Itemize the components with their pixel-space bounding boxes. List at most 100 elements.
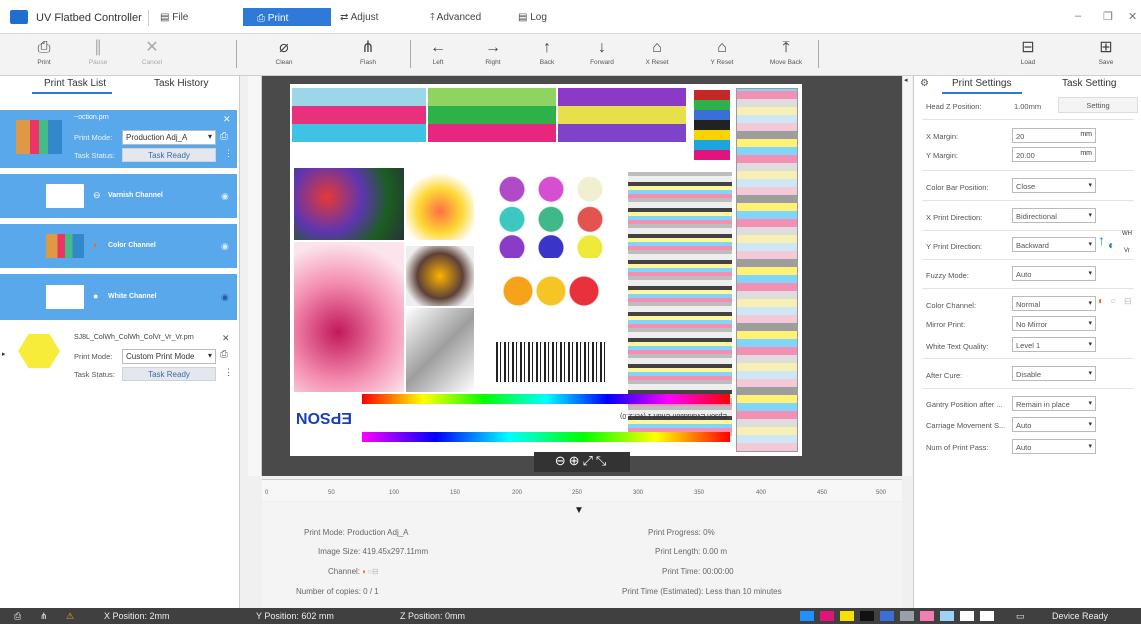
eye-icon[interactable]: ◉ <box>221 241 229 252</box>
forward-button[interactable]: ↓ Forward <box>582 34 622 76</box>
info-channel: Channel: ◐○⊟ <box>328 567 379 576</box>
clean-icon: ⌀ <box>279 39 289 56</box>
chevron-down-icon: ▾ <box>1088 421 1092 428</box>
cancel-button[interactable]: ✕ Cancel <box>132 34 172 76</box>
vertical-scrollbar[interactable]: ◂ <box>902 76 912 476</box>
print-mode-select[interactable]: Production Adj_A ▾ <box>122 130 216 145</box>
carriage-movement-select[interactable]: Auto ▾ <box>1012 417 1096 432</box>
flash-button[interactable]: ⋔ Flash <box>348 34 388 76</box>
menu-advanced[interactable]: ⤉ Advanced <box>430 12 481 23</box>
x-direction-label: X Print Direction: <box>926 213 983 222</box>
home-y-icon: ⌂ <box>717 39 727 56</box>
adjust-icon: ⇄ <box>340 12 351 23</box>
vertical-ruler <box>248 76 262 476</box>
save-button[interactable]: ⊞ Save <box>1086 34 1126 76</box>
arrow-up-icon: ↑ <box>543 39 551 56</box>
photo-fruit <box>406 168 474 240</box>
varnish-channel-icon: ⊟ <box>1124 296 1132 306</box>
close-task-icon[interactable]: ✕ <box>223 114 231 125</box>
mirror-print-select[interactable]: No Mirror ▾ <box>1012 316 1096 331</box>
print-mode-select[interactable]: Custom Print Mode ▾ <box>122 349 216 364</box>
tab-print-settings[interactable]: Print Settings <box>952 78 1011 89</box>
expand-caret-icon[interactable]: ▸ <box>2 350 6 358</box>
move-back-button[interactable]: ⤒ Move Back <box>766 34 806 76</box>
print-block <box>558 106 686 124</box>
color-bar-select[interactable]: Close ▾ <box>1012 178 1096 193</box>
ink-swatch <box>940 611 954 621</box>
y-margin-input[interactable]: 20.00 mm <box>1012 147 1096 162</box>
maximize-button[interactable]: ❐ <box>1103 10 1113 23</box>
y-reset-button[interactable]: ⌂ Y Reset <box>702 34 742 76</box>
tab-print-task-list[interactable]: Print Task List <box>44 78 106 89</box>
ink-swatch <box>960 611 974 621</box>
photo-portrait <box>294 242 404 392</box>
tab-task-history[interactable]: Task History <box>154 78 208 89</box>
pause-button[interactable]: ∥ Pause <box>78 34 118 76</box>
right-button[interactable]: → Right <box>473 34 513 76</box>
print-block <box>292 88 426 106</box>
x-direction-select[interactable]: Bidirectional ▾ <box>1012 208 1096 223</box>
head-z-label: Head Z Position: <box>926 102 982 111</box>
after-cure-select[interactable]: Disable ▾ <box>1012 366 1096 381</box>
collapse-info-icon[interactable]: ▼ <box>574 505 584 516</box>
menu-adjust[interactable]: ⇄ Adjust <box>340 12 378 23</box>
arrow-right-icon: → <box>485 39 501 56</box>
eye-icon[interactable]: ◉ <box>221 292 229 303</box>
info-copies: Number of copies: 0 / 1 <box>296 587 379 596</box>
print-button[interactable]: ⎙ Print <box>24 34 64 76</box>
fuzzy-mode-label: Fuzzy Mode: <box>926 271 969 280</box>
more-options-icon[interactable]: ⋮ <box>224 367 233 378</box>
menu-log[interactable]: ▤ Log <box>518 12 547 23</box>
y-position: Y Position: 602 mm <box>256 611 334 621</box>
mirror-print-label: Mirror Print: <box>926 320 966 329</box>
white-channel-icon: ○ <box>1110 296 1117 307</box>
x-margin-input[interactable]: 20 mm <box>1012 128 1096 143</box>
menu-file[interactable]: ▤ File <box>160 12 188 23</box>
clean-button[interactable]: ⌀ Clean <box>264 34 304 76</box>
y-direction-select[interactable]: Backward ▾ <box>1012 237 1096 252</box>
head-z-setting-button[interactable]: Setting <box>1058 97 1138 113</box>
white-text-quality-label: White Text Quality: <box>926 342 989 351</box>
printer-status-icon: ⎙ <box>14 611 22 621</box>
fuzzy-mode-select[interactable]: Auto ▾ <box>1012 266 1096 281</box>
print-pass-select[interactable]: Auto ▾ <box>1012 439 1096 454</box>
gantry-position-select[interactable]: Remain in place ▾ <box>1012 396 1096 411</box>
x-reset-button[interactable]: ⌂ X Reset <box>637 34 677 76</box>
task-filename: ~oction.prn <box>74 114 109 121</box>
minimize-button[interactable]: – <box>1075 10 1081 22</box>
arrow-left-icon: ← <box>430 39 446 56</box>
printer-settings-icon[interactable]: ⎙ <box>220 349 228 360</box>
divider <box>922 200 1134 201</box>
color-bar-label: Color Bar Position: <box>926 183 989 192</box>
zoom-out-icon[interactable]: ⊖ <box>555 453 569 468</box>
color-channel-select[interactable]: Normal ▾ <box>1012 296 1096 311</box>
chevron-down-icon: ▾ <box>1088 443 1092 450</box>
printer-icon: ⎙ <box>37 39 51 56</box>
home-x-icon: ⌂ <box>652 39 662 56</box>
eye-icon[interactable]: ◉ <box>221 191 229 202</box>
fit-icon[interactable]: ⤢ <box>583 453 596 468</box>
close-window-button[interactable]: ✕ <box>1128 10 1137 23</box>
epson-logo: EPSON <box>296 409 353 426</box>
load-button[interactable]: ⊟ Load <box>1008 34 1048 76</box>
menu-print[interactable]: ⎙ Print <box>243 8 331 26</box>
gear-icon[interactable]: ⚙ <box>920 78 929 89</box>
close-task-icon[interactable]: ✕ <box>222 333 230 344</box>
tab-task-setting[interactable]: Task Setting <box>1062 78 1116 89</box>
ink-swatch <box>800 611 814 621</box>
gantry-position-label: Gantry Position after ... <box>926 400 1003 409</box>
zoom-in-icon[interactable]: ⊕ <box>569 453 583 468</box>
arrow-down-icon: ↓ <box>598 39 606 56</box>
actual-size-icon[interactable]: ⤡ <box>596 453 609 468</box>
print-block <box>428 88 556 106</box>
ruler-tick: 250 <box>572 490 583 496</box>
ruler-tick: 500 <box>876 490 887 496</box>
white-text-quality-select[interactable]: Level 1 ▾ <box>1012 337 1096 352</box>
left-button[interactable]: ← Left <box>418 34 458 76</box>
title-divider <box>148 10 149 26</box>
print-preview-image[interactable]: EPSON Epson Evaluation Chart 1 (ver.2.0) <box>290 84 802 456</box>
printer-settings-icon[interactable]: ⎙ <box>220 131 228 142</box>
scroll-up-icon[interactable]: ◂ <box>904 76 908 84</box>
back-button[interactable]: ↑ Back <box>527 34 567 76</box>
more-options-icon[interactable]: ⋮ <box>224 148 233 159</box>
